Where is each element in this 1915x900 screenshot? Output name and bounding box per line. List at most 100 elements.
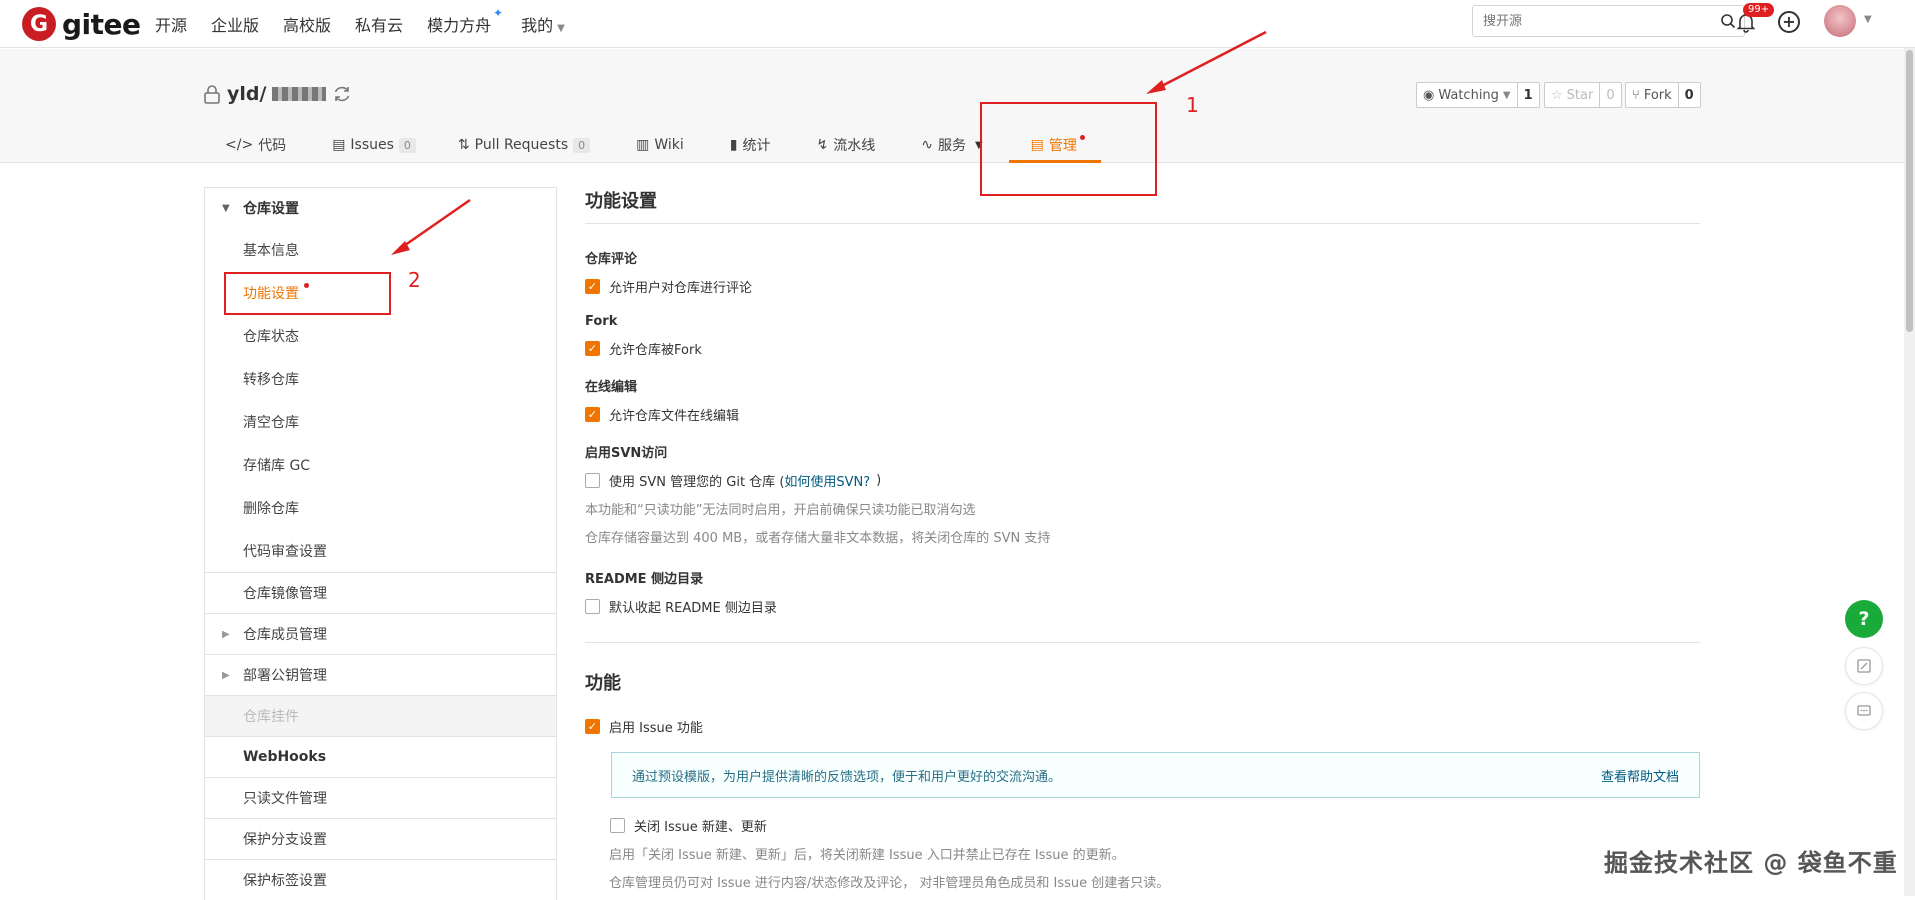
- chevron-down-icon: ▼: [1502, 89, 1511, 101]
- sidebar-section-label: 部署公钥管理: [243, 668, 327, 684]
- sidebar-item-delete[interactable]: 删除仓库: [205, 486, 556, 529]
- search-input[interactable]: [1483, 13, 1703, 29]
- close-issue-checkbox-row[interactable]: 关闭 Issue 新建、更新: [610, 816, 1700, 835]
- feature-section-title: 功能: [585, 673, 621, 694]
- scrollbar-thumb[interactable]: [1906, 50, 1913, 332]
- tab-service[interactable]: ∿ 服务 ▼: [921, 127, 982, 163]
- sidebar-item-transfer[interactable]: 转移仓库: [205, 357, 556, 400]
- nav-link-opensource[interactable]: 开源: [155, 12, 187, 36]
- gitee-logo[interactable]: G gitee: [22, 5, 141, 43]
- fork-count[interactable]: 0: [1677, 83, 1700, 107]
- nav-link-mine-label: 我的: [521, 16, 554, 35]
- help-doc-link[interactable]: 查看帮助文档: [1601, 766, 1679, 785]
- checkbox-unchecked-icon[interactable]: [585, 473, 600, 488]
- repo-tabs: </> 代码 ▤ Issues 0 ⇅ Pull Requests 0 ▥ Wiki ▮ 统计…: [225, 127, 1102, 163]
- sparkle-icon: ✦: [493, 6, 504, 20]
- sidebar-section-readonly-files[interactable]: 只读文件管理: [205, 777, 556, 818]
- tab-pull-requests[interactable]: ⇅ Pull Requests 0: [458, 127, 591, 163]
- star-button[interactable]: ☆ Star 0: [1544, 82, 1622, 108]
- nav-link-private-cloud[interactable]: 私有云: [355, 12, 403, 36]
- comment-section-label: 仓库评论: [585, 252, 638, 267]
- checkbox-unchecked-icon[interactable]: [610, 818, 625, 833]
- tab-pipeline[interactable]: ↯ 流水线: [817, 127, 876, 163]
- sidebar-section-protected-tags[interactable]: 保护标签设置: [205, 859, 556, 900]
- edit-icon: [1857, 659, 1871, 673]
- sidebar-section-mirror[interactable]: 仓库镜像管理: [205, 572, 556, 613]
- star-label: Star: [1566, 87, 1594, 103]
- checkbox-unchecked-icon[interactable]: [585, 599, 600, 614]
- main-nav: 开源 企业版 高校版 私有云 模力方舟 ✦ 我的 ▼: [155, 0, 589, 48]
- sidebar-item-gc[interactable]: 存储库 GC: [205, 443, 556, 486]
- chat-button[interactable]: [1845, 692, 1883, 730]
- section-divider: [585, 642, 1700, 643]
- checkbox-checked-icon[interactable]: ✓: [585, 279, 600, 294]
- page-scrollbar[interactable]: [1904, 48, 1915, 896]
- tab-label: Issues: [350, 137, 394, 153]
- caret-down-icon: ▼: [222, 202, 230, 214]
- sync-icon[interactable]: [332, 84, 352, 104]
- pipeline-icon: ↯: [816, 137, 829, 153]
- nav-link-education[interactable]: 高校版: [283, 12, 331, 36]
- issues-icon: ▤: [332, 137, 346, 153]
- top-nav: G gitee 开源 企业版 高校版 私有云 模力方舟✦ 我的▼ 99+ + ▼: [0, 0, 1915, 48]
- annotation-number-1: 1: [1186, 93, 1199, 117]
- repo-title: yld/: [203, 83, 352, 105]
- tab-stats[interactable]: ▮ 统计: [730, 127, 771, 163]
- online-edit-checkbox-label: 允许仓库文件在线编辑: [609, 409, 740, 424]
- repo-owner[interactable]: yld/: [227, 83, 266, 105]
- sidebar-item-code-review[interactable]: 代码审查设置: [205, 529, 556, 572]
- annotation-number-2: 2: [408, 268, 421, 292]
- sidebar-item-repo-status[interactable]: 仓库状态: [205, 314, 556, 357]
- star-count[interactable]: 0: [1599, 83, 1620, 107]
- sidebar-item-basic-info[interactable]: 基本信息: [205, 228, 556, 271]
- nav-link-mine[interactable]: 我的 ▼: [521, 12, 565, 36]
- comment-checkbox-label: 允许用户对仓库进行评论: [609, 281, 753, 296]
- annotation-arrow-2: [391, 198, 471, 255]
- search-box[interactable]: [1472, 5, 1745, 37]
- caret-right-icon: ▶: [222, 628, 230, 640]
- star-icon: ☆: [1551, 87, 1563, 103]
- help-button[interactable]: ?: [1845, 600, 1883, 638]
- readme-checkbox-row[interactable]: 默认收起 README 侧边目录: [585, 597, 1700, 616]
- sidebar-section-deploy-keys[interactable]: ▶ 部署公钥管理: [205, 654, 556, 695]
- avatar[interactable]: [1824, 5, 1856, 37]
- tab-label: 代码: [258, 138, 287, 154]
- comment-checkbox-row[interactable]: ✓ 允许用户对仓库进行评论: [585, 277, 1700, 296]
- create-plus-icon[interactable]: +: [1778, 11, 1800, 33]
- readme-section-label: README 侧边目录: [585, 572, 704, 587]
- watch-count[interactable]: 1: [1516, 83, 1539, 107]
- service-icon: ∿: [921, 137, 933, 153]
- sidebar-item-clear[interactable]: 清空仓库: [205, 400, 556, 443]
- eye-icon: ◉: [1423, 87, 1435, 103]
- fork-button[interactable]: ⑂ Fork 0: [1625, 82, 1701, 108]
- fork-checkbox-row[interactable]: ✓ 允许仓库被Fork: [585, 339, 1700, 358]
- tab-code[interactable]: </> 代码: [225, 127, 286, 163]
- svn-checkbox-row[interactable]: 使用 SVN 管理您的 Git 仓库 ( 如何使用SVN? ): [585, 471, 1700, 490]
- issue-checkbox-row[interactable]: ✓ 启用 Issue 功能: [585, 717, 1700, 736]
- svn-help-link[interactable]: 如何使用SVN?: [784, 471, 870, 490]
- checkbox-checked-icon[interactable]: ✓: [585, 341, 600, 356]
- repo-name-redacted[interactable]: [272, 87, 327, 101]
- sidebar-section-members[interactable]: ▶ 仓库成员管理: [205, 613, 556, 654]
- watch-button[interactable]: ◉ Watching ▼ 1: [1416, 82, 1540, 108]
- sidebar-section-webhooks[interactable]: WebHooks: [205, 736, 556, 777]
- notification-badge: 99+: [1743, 3, 1775, 17]
- tab-count: 0: [573, 137, 591, 153]
- sidebar-group-label: 仓库设置: [243, 201, 299, 217]
- checkbox-checked-icon[interactable]: ✓: [585, 719, 600, 734]
- nav-link-enterprise[interactable]: 企业版: [211, 12, 259, 36]
- online-edit-checkbox-row[interactable]: ✓ 允许仓库文件在线编辑: [585, 405, 1700, 424]
- stats-icon: ▮: [729, 137, 738, 153]
- sidebar-section-protected-branches[interactable]: 保护分支设置: [205, 818, 556, 859]
- info-text: 通过预设模版，为用户提供清晰的反馈选项，便于和用户更好的交流沟通。: [632, 769, 1062, 785]
- watermark: 掘金技术社区 @ 袋鱼不重: [1604, 849, 1898, 877]
- lock-icon: [204, 85, 220, 104]
- tab-issues[interactable]: ▤ Issues 0: [332, 127, 416, 163]
- feedback-button[interactable]: [1845, 647, 1883, 685]
- close-issue-hint-1: 启用「关闭 Issue 新建、更新」后，将关闭新建 Issue 入口并禁止已存在…: [609, 848, 1125, 863]
- chevron-down-icon[interactable]: ▼: [1864, 14, 1872, 25]
- tab-wiki[interactable]: ▥ Wiki: [636, 127, 684, 163]
- nav-link-moli[interactable]: 模力方舟 ✦: [427, 6, 503, 36]
- sidebar-group-repo-settings[interactable]: ▼ 仓库设置: [205, 188, 556, 228]
- checkbox-checked-icon[interactable]: ✓: [585, 407, 600, 422]
